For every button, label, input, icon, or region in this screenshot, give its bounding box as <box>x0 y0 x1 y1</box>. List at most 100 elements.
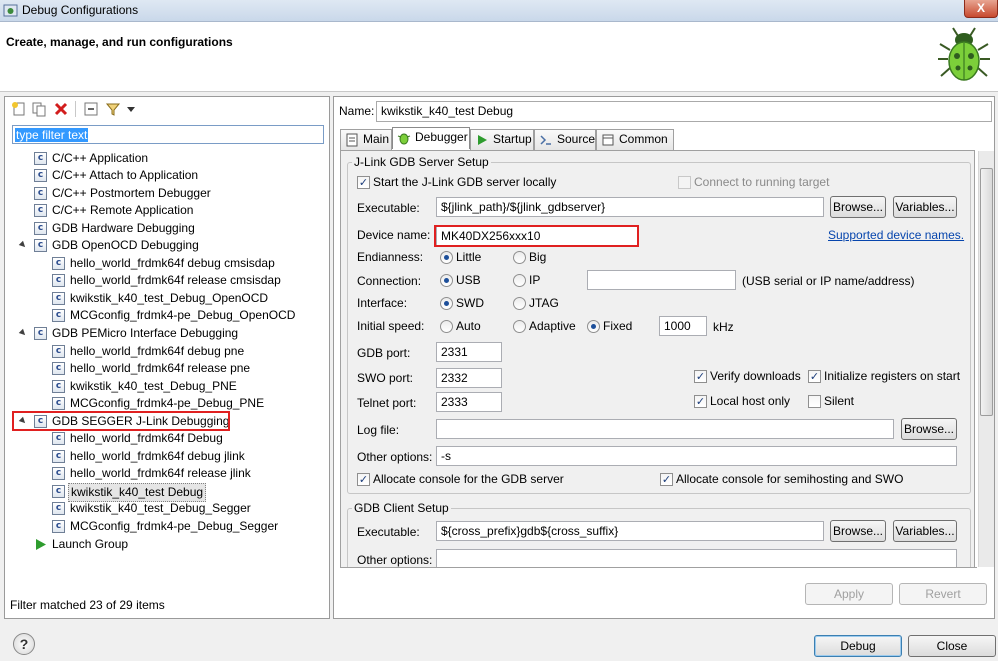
debug-button[interactable]: Debug <box>814 635 902 657</box>
new-config-icon[interactable] <box>11 101 27 117</box>
window-close-button[interactable]: X <box>964 0 998 18</box>
big-endian-radio[interactable] <box>513 251 526 264</box>
local-host-only-checkbox[interactable]: ✓ <box>694 395 707 408</box>
tree-item-label: GDB PEMicro Interface Debugging <box>52 326 239 340</box>
debug-app-icon <box>3 4 18 17</box>
speed-input[interactable]: 1000 <box>659 316 707 336</box>
expand-triangle-icon[interactable] <box>18 240 28 250</box>
ip-radio[interactable] <box>513 274 526 287</box>
ip-label: IP <box>529 273 541 287</box>
tab-source[interactable]: Source <box>534 129 596 150</box>
fixed-speed-radio[interactable] <box>587 320 600 333</box>
jtag-label: JTAG <box>529 296 559 310</box>
client-executable-input[interactable]: ${cross_prefix}gdb${cross_suffix} <box>436 521 824 541</box>
telnet-port-input[interactable]: 2333 <box>436 392 502 412</box>
tab-startup[interactable]: Startup <box>470 129 534 150</box>
little-endian-radio[interactable] <box>440 251 453 264</box>
usb-radio[interactable] <box>440 274 453 287</box>
revert-button[interactable]: Revert <box>899 583 987 605</box>
common-tab-icon <box>601 133 615 147</box>
little-endian-label: Little <box>456 250 482 264</box>
tab-common[interactable]: Common <box>596 129 674 150</box>
filter-icon[interactable] <box>105 101 121 117</box>
tree-item[interactable]: c GDB Hardware Debugging <box>16 220 316 237</box>
tree-item[interactable]: c hello_world_frdmk64f release cmsisdap <box>34 272 334 289</box>
usb-label: USB <box>456 273 481 287</box>
tab-debugger[interactable]: Debugger <box>392 127 470 149</box>
other-options-input[interactable]: -s <box>436 446 957 466</box>
ip-address-input[interactable] <box>587 270 736 290</box>
alloc-gdb-console-checkbox[interactable]: ✓ <box>357 473 370 486</box>
variables-client-button[interactable]: Variables... <box>893 520 957 542</box>
apply-button[interactable]: Apply <box>805 583 893 605</box>
filter-input[interactable]: type filter text <box>12 125 324 144</box>
tree-item[interactable]: c hello_world_frdmk64f debug jlink <box>34 448 334 465</box>
start-server-checkbox[interactable]: ✓ <box>357 176 370 189</box>
supported-devices-link[interactable]: Supported device names. <box>828 228 964 242</box>
connect-running-checkbox[interactable] <box>678 176 691 189</box>
init-registers-checkbox[interactable]: ✓ <box>808 370 821 383</box>
tree-item[interactable]: c hello_world_frdmk64f Debug <box>34 430 334 447</box>
browse-log-button[interactable]: Browse... <box>901 418 957 440</box>
c-config-icon: c <box>34 222 47 235</box>
duplicate-icon[interactable] <box>31 101 47 117</box>
tree-item[interactable]: c C/C++ Postmortem Debugger <box>16 185 316 202</box>
scrollbar-thumb[interactable] <box>980 168 993 416</box>
tree-item[interactable]: c GDB PEMicro Interface Debugging <box>16 325 316 342</box>
tree-item[interactable]: c C/C++ Remote Application <box>16 202 316 219</box>
verify-downloads-label: Verify downloads <box>710 369 801 383</box>
editor-footer-area <box>341 568 994 618</box>
log-file-input[interactable] <box>436 419 894 439</box>
tab-main[interactable]: Main <box>340 129 392 150</box>
c-config-icon: c <box>52 485 65 498</box>
tree-item-label: hello_world_frdmk64f debug jlink <box>70 449 245 463</box>
server-executable-input[interactable]: ${jlink_path}/${jlink_gdbserver} <box>436 197 824 217</box>
verify-downloads-checkbox[interactable]: ✓ <box>694 370 707 383</box>
tree-item-label: hello_world_frdmk64f release cmsisdap <box>70 273 281 287</box>
chevron-down-icon[interactable] <box>126 101 136 117</box>
browse-executable-button[interactable]: Browse... <box>830 196 886 218</box>
alloc-semihost-console-checkbox[interactable]: ✓ <box>660 473 673 486</box>
tree-item[interactable]: c C/C++ Application <box>16 150 316 167</box>
tree-item[interactable]: c kwikstik_k40_test_Debug_PNE <box>34 378 334 395</box>
gdb-port-input[interactable]: 2331 <box>436 342 502 362</box>
tree-item[interactable]: c MCGconfig_frdmk4-pe_Debug_OpenOCD <box>34 307 334 324</box>
c-config-icon: c <box>34 204 47 217</box>
variables-executable-button[interactable]: Variables... <box>893 196 957 218</box>
delete-icon[interactable] <box>53 101 69 117</box>
close-button[interactable]: Close <box>908 635 996 657</box>
silent-checkbox[interactable] <box>808 395 821 408</box>
tree-item[interactable]: c hello_world_frdmk64f debug pne <box>34 343 334 360</box>
tree-item[interactable]: c MCGconfig_frdmk4-pe_Debug_PNE <box>34 395 334 412</box>
c-config-icon: c <box>52 345 65 358</box>
tree-item[interactable]: c hello_world_frdmk64f release pne <box>34 360 334 377</box>
name-input[interactable]: kwikstik_k40_test Debug <box>376 101 992 122</box>
tree-item[interactable]: c kwikstik_k40_test Debug <box>34 483 334 502</box>
highlight-box <box>12 411 230 431</box>
swo-port-input[interactable]: 2332 <box>436 368 502 388</box>
tree-item-label: kwikstik_k40_test_Debug_OpenOCD <box>70 291 269 305</box>
init-registers-label: Initialize registers on start <box>824 369 961 383</box>
tree-item[interactable]: c C/C++ Attach to Application <box>16 167 316 184</box>
tree-item[interactable]: c hello_world_frdmk64f debug cmsisdap <box>34 255 334 272</box>
browse-client-button[interactable]: Browse... <box>830 520 886 542</box>
c-config-icon: c <box>52 274 65 287</box>
tree-item[interactable]: Launch Group <box>16 536 316 553</box>
endianness-label: Endianness: <box>357 250 424 264</box>
log-file-label: Log file: <box>357 423 400 437</box>
gdb-client-group-title: GDB Client Setup <box>352 501 451 515</box>
tree-item[interactable]: c MCGconfig_frdmk4-pe_Debug_Segger <box>34 518 334 535</box>
client-other-options-input[interactable] <box>436 549 957 569</box>
tree-item[interactable]: c GDB OpenOCD Debugging <box>16 237 316 254</box>
swd-radio[interactable] <box>440 297 453 310</box>
adaptive-speed-radio[interactable] <box>513 320 526 333</box>
source-tab-icon <box>539 133 553 147</box>
tree-item[interactable]: c hello_world_frdmk64f release jlink <box>34 465 334 482</box>
tree-item[interactable]: c kwikstik_k40_test_Debug_Segger <box>34 500 334 517</box>
auto-speed-radio[interactable] <box>440 320 453 333</box>
jtag-radio[interactable] <box>513 297 526 310</box>
collapse-all-icon[interactable] <box>83 101 99 117</box>
help-icon[interactable]: ? <box>13 633 35 655</box>
tree-item[interactable]: c kwikstik_k40_test_Debug_OpenOCD <box>34 290 334 307</box>
expand-triangle-icon[interactable] <box>18 328 28 338</box>
